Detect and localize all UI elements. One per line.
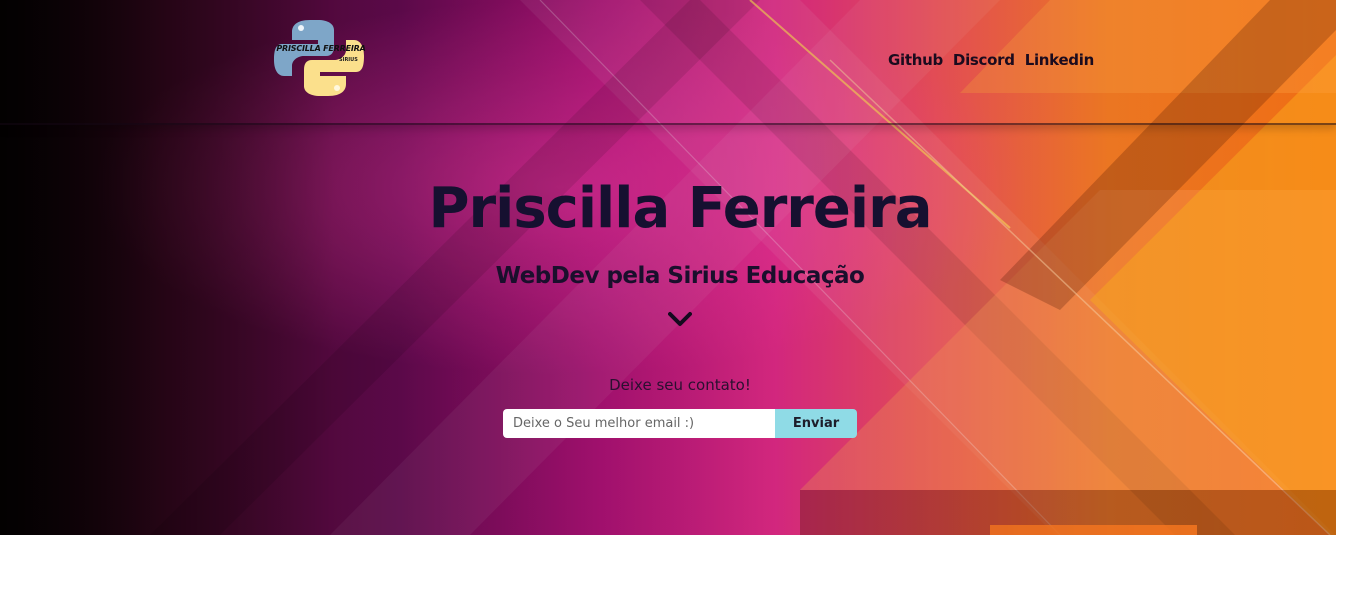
nav-link-discord[interactable]: Discord	[953, 51, 1015, 69]
logo-text: PRISCILLA FERREIRA	[276, 44, 366, 53]
nav-link-linkedin[interactable]: Linkedin	[1025, 51, 1095, 69]
contact-label: Deixe seu contato!	[609, 376, 751, 394]
page-subtitle: WebDev pela Sirius Educação	[495, 263, 865, 289]
logo-subtext: SIRIUS	[339, 57, 358, 63]
nav-link-github[interactable]: Github	[888, 51, 943, 69]
site-logo[interactable]: PRISCILLA FERREIRA SIRIUS	[272, 18, 366, 98]
site-header: PRISCILLA FERREIRA SIRIUS Github Discord…	[0, 0, 1336, 125]
main-nav: Github Discord Linkedin	[888, 51, 1094, 69]
hero-section: PRISCILLA FERREIRA SIRIUS Github Discord…	[0, 0, 1336, 535]
chevron-down-icon[interactable]	[668, 310, 692, 328]
send-button[interactable]: Enviar	[775, 409, 857, 438]
page-title: Priscilla Ferreira	[428, 176, 932, 241]
newsletter-form: Enviar	[503, 409, 857, 438]
email-input[interactable]	[503, 409, 775, 438]
